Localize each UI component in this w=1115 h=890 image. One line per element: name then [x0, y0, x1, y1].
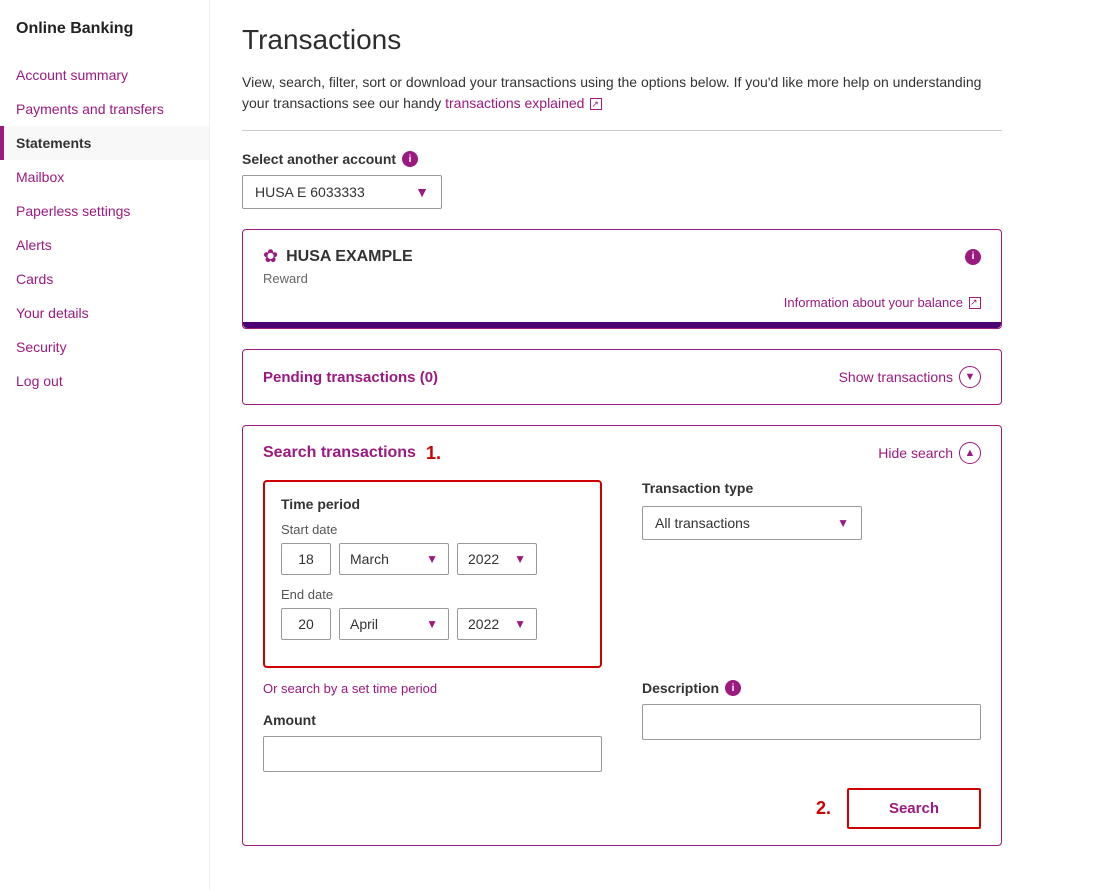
account-name: HUSA EXAMPLE — [286, 248, 413, 266]
balance-external-link-icon — [969, 297, 981, 309]
external-link-icon — [590, 98, 602, 110]
search-section-header: Search transactions 1. Hide search ▲ — [263, 442, 981, 464]
select-account-section: Select another account i HUSA E 6033333 … — [242, 151, 1083, 209]
hide-search-chevron-icon: ▲ — [959, 442, 981, 464]
transaction-type-label: Transaction type — [642, 480, 981, 496]
end-date-inputs: April ▼ 2022 ▼ — [281, 608, 584, 640]
end-year-chevron-icon: ▼ — [514, 617, 526, 631]
sidebar-item-payments-transfers[interactable]: Payments and transfers — [0, 92, 209, 126]
start-date-group: Start date March ▼ 2022 ▼ — [281, 522, 584, 575]
step-1-label: 1. — [426, 443, 441, 464]
sidebar-item-account-summary[interactable]: Account summary — [0, 58, 209, 92]
transactions-explained-link[interactable]: transactions explained — [445, 95, 602, 111]
sidebar: Online Banking Account summary Payments … — [0, 0, 210, 890]
sidebar-item-mailbox[interactable]: Mailbox — [0, 160, 209, 194]
end-date-label: End date — [281, 587, 584, 602]
pending-section: Pending transactions (0) Show transactio… — [242, 349, 1002, 405]
page-title: Transactions — [242, 24, 1083, 56]
search-right-col: Transaction type All transactions ▼ Desc… — [642, 480, 981, 772]
select-account-label: Select another account i — [242, 151, 1083, 167]
sidebar-item-statements[interactable]: Statements — [0, 126, 209, 160]
start-date-inputs: March ▼ 2022 ▼ — [281, 543, 584, 575]
end-day-input[interactable] — [281, 608, 331, 640]
start-day-input[interactable] — [281, 543, 331, 575]
dropdown-arrow-icon: ▼ — [415, 184, 429, 200]
flower-icon: ✿ — [263, 246, 278, 267]
search-title-row: Search transactions 1. — [263, 443, 441, 464]
account-card-footer: Information about your balance — [263, 294, 981, 310]
pending-title: Pending transactions (0) — [263, 369, 438, 386]
sidebar-item-paperless-settings[interactable]: Paperless settings — [0, 194, 209, 228]
step-2-label: 2. — [816, 798, 831, 819]
amount-input[interactable] — [263, 736, 602, 772]
transaction-type-dropdown[interactable]: All transactions ▼ — [642, 506, 862, 540]
section-divider — [242, 130, 1002, 131]
start-year-dropdown[interactable]: 2022 ▼ — [457, 543, 537, 575]
sidebar-item-security[interactable]: Security — [0, 330, 209, 364]
time-period-label: Time period — [281, 496, 584, 512]
search-button[interactable]: Search — [847, 788, 981, 829]
account-card-info-icon[interactable]: i — [965, 249, 981, 265]
search-section: Search transactions 1. Hide search ▲ Tim… — [242, 425, 1002, 846]
select-account-info-icon[interactable]: i — [402, 151, 418, 167]
show-transactions-chevron-icon: ▼ — [959, 366, 981, 388]
sidebar-nav: Account summary Payments and transfers S… — [0, 58, 209, 398]
transaction-type-group: Transaction type All transactions ▼ — [642, 480, 981, 540]
show-transactions-button[interactable]: Show transactions ▼ — [839, 366, 981, 388]
description-group: Description i — [642, 680, 981, 740]
set-time-period-link[interactable]: Or search by a set time period — [263, 681, 437, 696]
end-month-chevron-icon: ▼ — [426, 617, 438, 631]
start-month-dropdown[interactable]: March ▼ — [339, 543, 449, 575]
start-date-label: Start date — [281, 522, 584, 537]
search-left-col: Time period Start date March ▼ 2022 — [263, 480, 602, 772]
description-info-icon[interactable]: i — [725, 680, 741, 696]
account-dropdown[interactable]: HUSA E 6033333 ▼ — [242, 175, 442, 209]
end-month-dropdown[interactable]: April ▼ — [339, 608, 449, 640]
search-section-title: Search transactions — [263, 444, 416, 462]
sidebar-item-your-details[interactable]: Your details — [0, 296, 209, 330]
balance-link[interactable]: Information about your balance — [784, 295, 981, 310]
description-text: View, search, filter, sort or download y… — [242, 72, 1002, 114]
sidebar-item-alerts[interactable]: Alerts — [0, 228, 209, 262]
search-form: Time period Start date March ▼ 2022 — [263, 480, 981, 772]
sidebar-item-cards[interactable]: Cards — [0, 262, 209, 296]
amount-label: Amount — [263, 712, 602, 728]
main-content: Transactions View, search, filter, sort … — [210, 0, 1115, 890]
sidebar-item-log-out[interactable]: Log out — [0, 364, 209, 398]
sidebar-title: Online Banking — [0, 20, 209, 58]
end-date-group: End date April ▼ 2022 ▼ — [281, 587, 584, 640]
hide-search-button[interactable]: Hide search ▲ — [878, 442, 981, 464]
end-year-dropdown[interactable]: 2022 ▼ — [457, 608, 537, 640]
transaction-type-chevron-icon: ▼ — [837, 516, 849, 530]
account-type: Reward — [263, 271, 981, 286]
account-card-bar — [243, 322, 1001, 328]
start-year-chevron-icon: ▼ — [514, 552, 526, 566]
account-card: ✿ HUSA EXAMPLE i Reward Information abou… — [242, 229, 1002, 329]
account-card-header: ✿ HUSA EXAMPLE i — [263, 246, 981, 267]
search-btn-row: 2. Search — [263, 788, 981, 829]
account-name-row: ✿ HUSA EXAMPLE — [263, 246, 413, 267]
description-input[interactable] — [642, 704, 981, 740]
time-period-box: Time period Start date March ▼ 2022 — [263, 480, 602, 668]
amount-group: Amount — [263, 712, 602, 772]
start-month-chevron-icon: ▼ — [426, 552, 438, 566]
description-label: Description i — [642, 680, 981, 696]
